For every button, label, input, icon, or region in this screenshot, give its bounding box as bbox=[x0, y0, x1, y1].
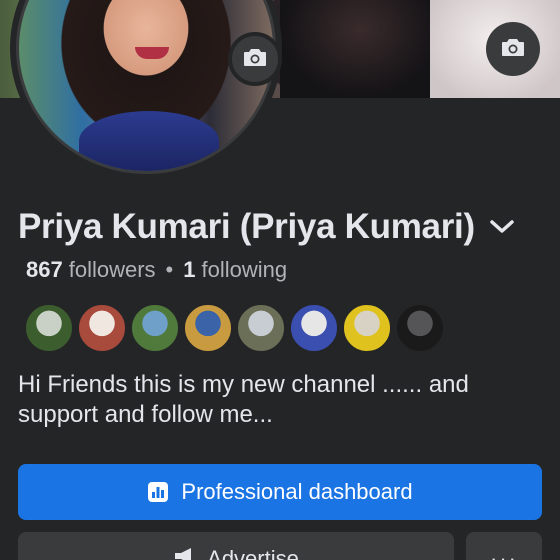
following-label: following bbox=[201, 257, 288, 282]
follower-avatars bbox=[24, 303, 445, 353]
follower-avatar[interactable] bbox=[130, 303, 180, 353]
professional-dashboard-label: Professional dashboard bbox=[181, 479, 413, 504]
camera-icon bbox=[501, 37, 525, 62]
following-count: 1 bbox=[183, 257, 196, 282]
advertise-label: Advertise bbox=[207, 546, 299, 560]
profile-picture[interactable] bbox=[16, 0, 276, 174]
followers-link[interactable]: 867 followers bbox=[26, 257, 156, 283]
follower-avatar[interactable] bbox=[236, 303, 286, 353]
followers-label: followers bbox=[68, 257, 156, 282]
cover-camera-button[interactable] bbox=[486, 22, 540, 76]
profile-name: Priya Kumari (Priya Kumari) bbox=[18, 207, 475, 246]
chevron-down-icon[interactable] bbox=[489, 219, 515, 235]
more-options-label: ··· bbox=[490, 546, 518, 560]
follower-avatar[interactable] bbox=[183, 303, 233, 353]
following-link[interactable]: 1 following bbox=[183, 257, 287, 283]
megaphone-icon bbox=[173, 546, 197, 560]
bar-chart-icon bbox=[147, 481, 169, 503]
more-options-button[interactable]: ··· bbox=[466, 532, 542, 560]
profile-picture-camera-button[interactable] bbox=[228, 32, 282, 86]
profile-picture-frame bbox=[10, 0, 282, 180]
follower-avatar[interactable] bbox=[24, 303, 74, 353]
stats-separator: • bbox=[165, 257, 174, 282]
advertise-button[interactable]: Advertise bbox=[18, 532, 454, 560]
follower-avatar[interactable] bbox=[77, 303, 127, 353]
professional-dashboard-button[interactable]: Professional dashboard bbox=[18, 464, 542, 520]
follower-avatar[interactable] bbox=[342, 303, 392, 353]
follower-avatar[interactable] bbox=[395, 303, 445, 353]
followers-count: 867 bbox=[26, 257, 63, 282]
profile-name-row: Priya Kumari (Priya Kumari) bbox=[18, 204, 548, 250]
follow-stats: 867 followers • 1 following bbox=[26, 254, 287, 286]
follower-avatar[interactable] bbox=[289, 303, 339, 353]
profile-bio: Hi Friends this is my new channel ......… bbox=[18, 371, 469, 428]
camera-icon bbox=[243, 47, 267, 72]
